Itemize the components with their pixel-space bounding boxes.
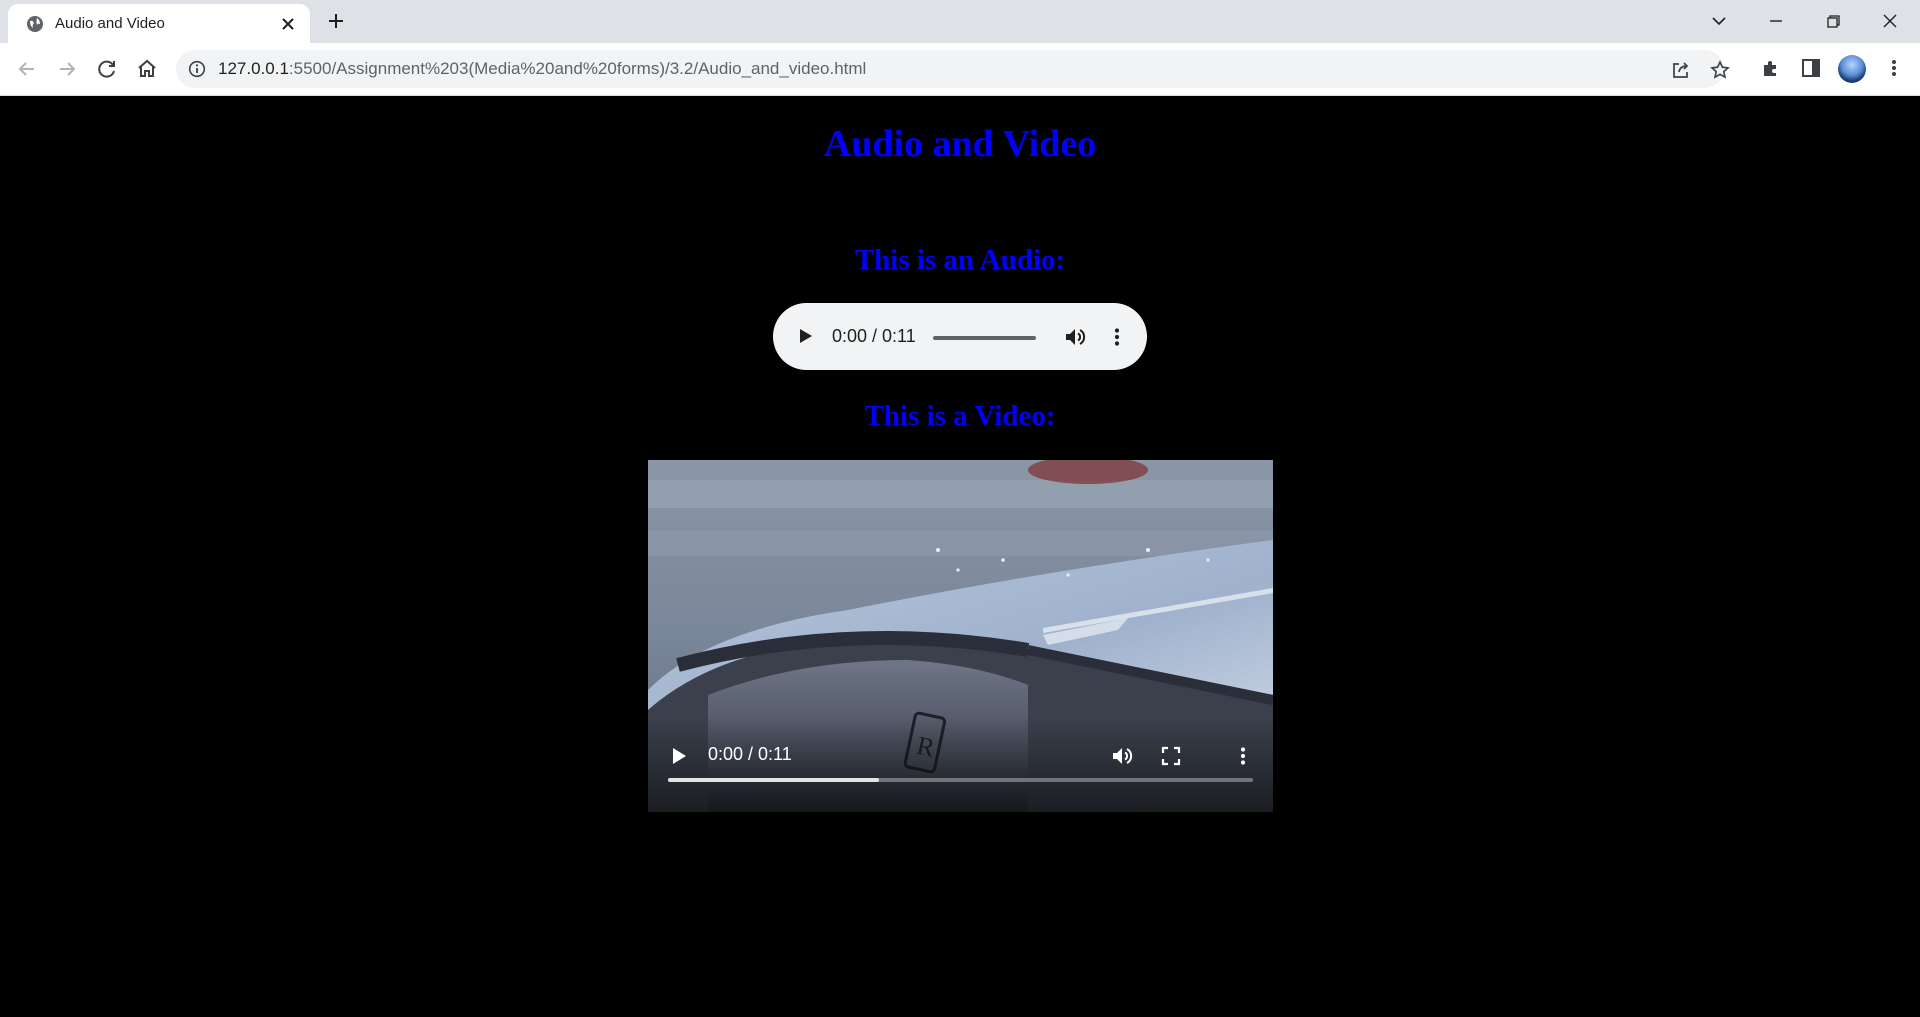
browser-toolbar: 127.0.0.1:5500/Assignment%203(Media%20an… bbox=[0, 43, 1920, 96]
video-heading: This is a Video: bbox=[864, 400, 1056, 432]
video-player[interactable]: R 0:00 / 0:11 bbox=[648, 460, 1273, 812]
page-title: Audio and Video bbox=[823, 123, 1097, 165]
more-vert-icon[interactable] bbox=[1881, 55, 1907, 81]
forward-icon[interactable] bbox=[53, 55, 81, 83]
audio-player[interactable]: 0:00 / 0:11 bbox=[773, 303, 1147, 370]
minimize-icon[interactable] bbox=[1763, 8, 1789, 34]
address-bar[interactable]: 127.0.0.1:5500/Assignment%203(Media%20an… bbox=[176, 50, 1730, 88]
play-icon[interactable] bbox=[795, 326, 815, 346]
tab-title: Audio and Video bbox=[55, 15, 165, 32]
back-icon[interactable] bbox=[13, 55, 41, 83]
more-vert-icon[interactable] bbox=[1231, 744, 1255, 768]
video-seek-bar[interactable] bbox=[668, 778, 1253, 782]
audio-heading: This is an Audio: bbox=[854, 244, 1066, 276]
volume-icon[interactable] bbox=[1110, 744, 1134, 768]
share-icon[interactable] bbox=[1670, 59, 1692, 81]
info-icon[interactable] bbox=[188, 60, 206, 78]
audio-seek-bar[interactable] bbox=[933, 336, 1036, 340]
globe-icon bbox=[27, 16, 43, 32]
url-text: 127.0.0.1:5500/Assignment%203(Media%20an… bbox=[218, 59, 867, 78]
chevron-down-icon[interactable] bbox=[1706, 8, 1732, 34]
more-vert-icon[interactable] bbox=[1105, 325, 1129, 349]
side-panel-icon[interactable] bbox=[1798, 55, 1824, 81]
tab-strip: Audio and Video bbox=[0, 0, 1920, 43]
restore-icon[interactable] bbox=[1820, 8, 1846, 34]
video-time: 0:00 / 0:11 bbox=[708, 744, 792, 764]
close-icon[interactable] bbox=[280, 16, 296, 32]
audio-time: 0:00 / 0:11 bbox=[832, 326, 916, 346]
page-content: Audio and Video This is an Audio: 0:00 /… bbox=[0, 96, 1920, 1017]
plus-icon[interactable] bbox=[326, 11, 346, 31]
star-icon[interactable] bbox=[1709, 59, 1731, 81]
video-buffer-bar bbox=[668, 778, 879, 782]
browser-tab[interactable]: Audio and Video bbox=[8, 4, 310, 43]
volume-icon[interactable] bbox=[1063, 325, 1087, 349]
play-icon[interactable] bbox=[668, 745, 690, 767]
reload-icon[interactable] bbox=[93, 55, 121, 83]
window-close-icon[interactable] bbox=[1877, 8, 1903, 34]
avatar[interactable] bbox=[1838, 55, 1866, 83]
extensions-icon[interactable] bbox=[1758, 55, 1784, 81]
fullscreen-icon[interactable] bbox=[1159, 744, 1183, 768]
home-icon[interactable] bbox=[133, 55, 161, 83]
